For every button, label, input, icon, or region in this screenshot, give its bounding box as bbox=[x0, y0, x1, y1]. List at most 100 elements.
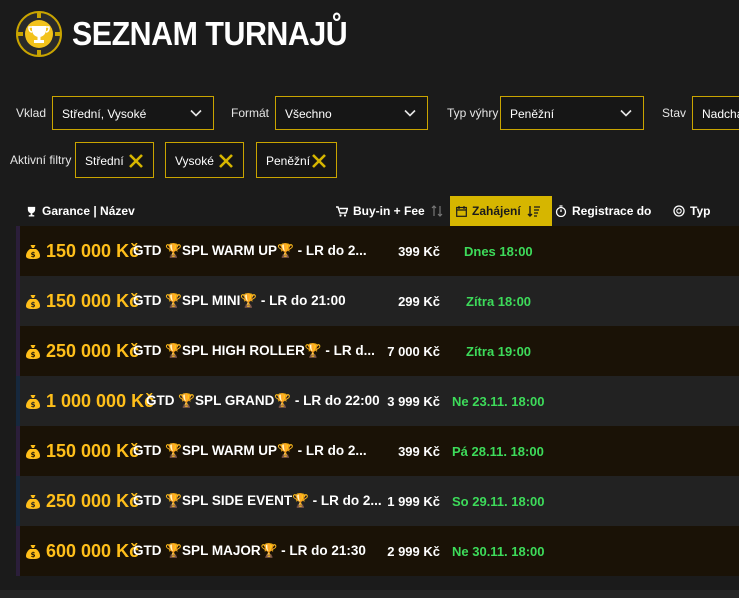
row-edge bbox=[16, 526, 20, 576]
status-filter-label: Stav bbox=[662, 106, 687, 120]
svg-text:$: $ bbox=[31, 501, 36, 509]
status-select[interactable]: Nadcház bbox=[692, 96, 739, 130]
sort-ascending-icon[interactable] bbox=[527, 205, 541, 217]
amount-text: 250 000 Kč bbox=[46, 490, 140, 511]
cart-icon bbox=[336, 205, 348, 217]
active-filters: Aktivní filtry Střední Vysoké Peněžní bbox=[0, 142, 739, 178]
table-row[interactable]: $ 1 000 000 Kč GTD 🏆SPL GRAND🏆 - LR do 2… bbox=[16, 376, 739, 426]
format-select[interactable]: Všechno bbox=[275, 96, 428, 130]
buyin-value: 299 Kč bbox=[398, 293, 440, 309]
deposit-select-value: Střední, Vysoké bbox=[62, 107, 147, 121]
column-header-label: Registrace do bbox=[572, 204, 652, 218]
row-edge bbox=[16, 426, 20, 476]
buyin-value: 3 999 Kč bbox=[387, 393, 440, 409]
row-edge bbox=[16, 376, 20, 426]
start-time: So 29.11. 18:00 bbox=[452, 493, 545, 509]
svg-text:$: $ bbox=[31, 451, 36, 459]
amount-text: 600 000 Kč bbox=[46, 540, 140, 561]
column-header-name[interactable]: Garance | Název bbox=[26, 196, 135, 226]
page-title: SEZNAM TURNAJŮ bbox=[72, 15, 348, 52]
column-header-label: Typ bbox=[690, 204, 711, 218]
buyin-value: 7 000 Kč bbox=[387, 343, 440, 359]
trophy-icon bbox=[27, 206, 36, 217]
table-row[interactable]: $ 150 000 Kč GTD 🏆SPL WARM UP🏆 - LR do 2… bbox=[16, 426, 739, 476]
close-icon[interactable] bbox=[128, 153, 144, 169]
start-time: Ne 23.11. 18:00 bbox=[452, 393, 545, 409]
amount-text: 150 000 Kč bbox=[46, 440, 140, 461]
start-time: Dnes 18:00 bbox=[464, 243, 533, 259]
money-bag-icon: $ bbox=[26, 394, 40, 409]
filter-bar: Vklad Střední, Vysoké Formát Všechno Typ… bbox=[0, 96, 739, 130]
amount-text: 150 000 Kč bbox=[46, 240, 140, 261]
start-time: Zítra 19:00 bbox=[466, 343, 532, 359]
filter-chip-label: Střední bbox=[85, 154, 124, 168]
table-row[interactable]: $ 150 000 Kč GTD 🏆SPL WARM UP🏆 - LR do 2… bbox=[16, 226, 739, 276]
close-icon[interactable] bbox=[218, 153, 234, 169]
money-bag-icon: $ bbox=[26, 344, 40, 359]
calendar-icon bbox=[456, 205, 467, 217]
format-filter-label: Formát bbox=[231, 106, 270, 120]
column-header-registration[interactable]: Registrace do bbox=[555, 196, 651, 226]
money-bag-icon: $ bbox=[26, 244, 40, 259]
page-header: SEZNAM TURNAJŮ bbox=[16, 8, 371, 60]
filter-chip-vysoke[interactable]: Vysoké bbox=[165, 142, 244, 178]
row-edge bbox=[16, 276, 20, 326]
guarantee-amount: $ 150 000 Kč bbox=[26, 226, 139, 276]
amount-text: 150 000 Kč bbox=[46, 290, 140, 311]
filter-chip-label: Peněžní bbox=[266, 154, 311, 168]
start-time: Zítra 18:00 bbox=[466, 293, 532, 309]
buyin-value: 1 999 Kč bbox=[387, 493, 440, 509]
active-filters-label: Aktivní filtry bbox=[10, 153, 72, 167]
footer-strip bbox=[0, 590, 739, 598]
filter-chip-penezni[interactable]: Peněžní bbox=[256, 142, 337, 178]
stopwatch-icon bbox=[555, 205, 567, 217]
trophy-chip-icon bbox=[16, 11, 62, 57]
guarantee-amount: $ 600 000 Kč bbox=[26, 526, 139, 576]
row-edge bbox=[16, 326, 20, 376]
deposit-filter-label: Vklad bbox=[16, 106, 47, 120]
table-row[interactable]: $ 600 000 Kč GTD 🏆SPL MAJOR🏆 - LR do 21:… bbox=[16, 526, 739, 576]
tournament-list: $ 150 000 Kč GTD 🏆SPL WARM UP🏆 - LR do 2… bbox=[16, 226, 739, 576]
amount-text: 1 000 000 Kč bbox=[46, 390, 155, 411]
buyin-value: 399 Kč bbox=[398, 443, 440, 459]
win-type-select-value: Peněžní bbox=[510, 107, 555, 121]
guarantee-amount: $ 150 000 Kč bbox=[26, 426, 139, 476]
guarantee-amount: $ 150 000 Kč bbox=[26, 276, 139, 326]
row-edge bbox=[16, 476, 20, 526]
filter-chip-stredni[interactable]: Střední bbox=[75, 142, 154, 178]
tournament-name[interactable]: GTD 🏆SPL MINI🏆 - LR do 21:00 bbox=[133, 276, 346, 326]
chevron-down-icon bbox=[190, 109, 202, 117]
table-row[interactable]: $ 150 000 Kč GTD 🏆SPL MINI🏆 - LR do 21:0… bbox=[16, 276, 739, 326]
start-time: Ne 30.11. 18:00 bbox=[452, 543, 545, 559]
column-header-label: Buy-in + Fee bbox=[353, 204, 425, 218]
svg-text:$: $ bbox=[31, 401, 36, 409]
win-type-select[interactable]: Peněžní bbox=[500, 96, 644, 130]
column-header-buyin[interactable]: Buy-in + Fee bbox=[336, 196, 448, 226]
deposit-select[interactable]: Střední, Vysoké bbox=[52, 96, 214, 130]
amount-text: 250 000 Kč bbox=[46, 340, 140, 361]
money-bag-icon: $ bbox=[26, 444, 40, 459]
column-header-start[interactable]: Zahájení bbox=[450, 196, 552, 226]
table-row[interactable]: $ 250 000 Kč GTD 🏆SPL SIDE EVENT🏆 - LR d… bbox=[16, 476, 739, 526]
guarantee-amount: $ 250 000 Kč bbox=[26, 326, 139, 376]
format-select-value: Všechno bbox=[285, 107, 332, 121]
column-header-type[interactable]: Typ bbox=[673, 196, 710, 226]
svg-text:$: $ bbox=[31, 251, 36, 259]
poker-chip-icon bbox=[673, 205, 685, 217]
guarantee-amount: $ 250 000 Kč bbox=[26, 476, 139, 526]
status-select-value: Nadcház bbox=[702, 107, 739, 121]
row-edge bbox=[16, 226, 20, 276]
money-bag-icon: $ bbox=[26, 544, 40, 559]
svg-text:$: $ bbox=[31, 301, 36, 309]
close-icon[interactable] bbox=[311, 153, 327, 169]
buyin-value: 399 Kč bbox=[398, 243, 440, 259]
money-bag-icon: $ bbox=[26, 494, 40, 509]
chevron-down-icon bbox=[620, 109, 632, 117]
guarantee-amount: $ 1 000 000 Kč bbox=[26, 376, 154, 426]
table-row[interactable]: $ 250 000 Kč GTD 🏆SPL HIGH ROLLER🏆 - LR … bbox=[16, 326, 739, 376]
chevron-down-icon bbox=[404, 109, 416, 117]
column-header-label: Zahájení bbox=[472, 204, 521, 218]
start-time: Pá 28.11. 18:00 bbox=[452, 443, 544, 459]
buyin-value: 2 999 Kč bbox=[387, 543, 440, 559]
sort-icon[interactable] bbox=[431, 205, 443, 217]
